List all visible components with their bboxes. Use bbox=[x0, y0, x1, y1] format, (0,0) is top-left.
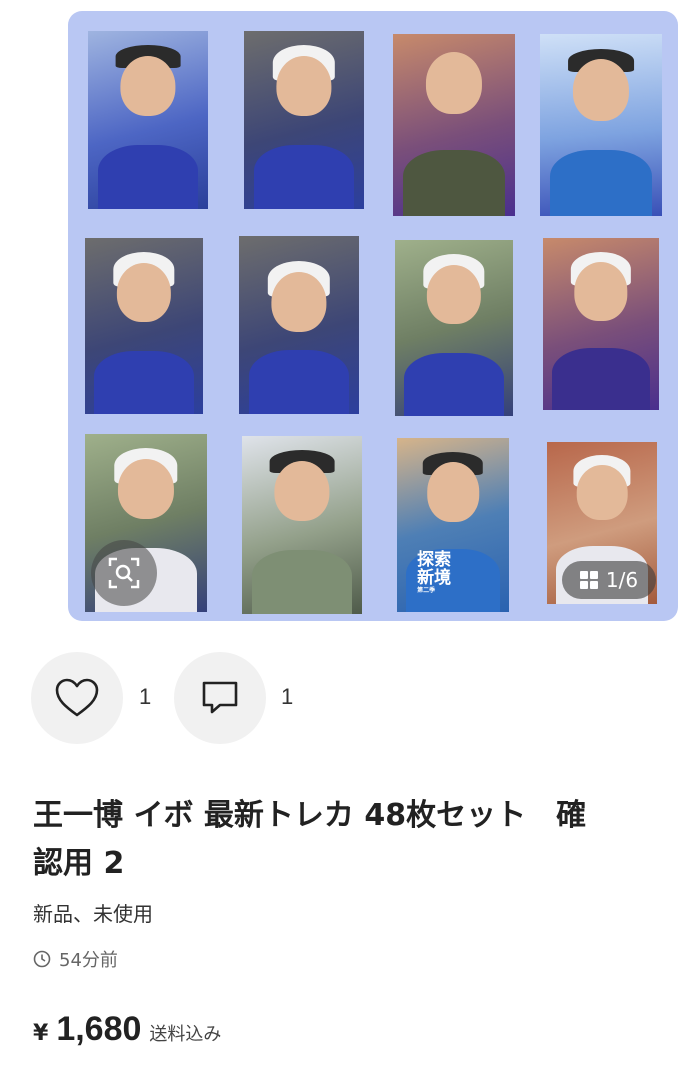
posted-time-text: 54分前 bbox=[59, 950, 118, 971]
photo-card: 探索 新境 第二季 bbox=[397, 438, 509, 612]
photo-card bbox=[540, 34, 662, 216]
listing-title-line-1: 王一博 イボ 最新トレカ 48枚セット 確 bbox=[33, 798, 587, 833]
grid-view-icon bbox=[579, 571, 598, 589]
price-amount: 1,680 bbox=[56, 1010, 142, 1048]
shirt-print-sub: 第二季 bbox=[417, 586, 436, 594]
shirt-print-text: 探索 新境 第二季 bbox=[417, 551, 451, 595]
shirt-print-main: 探索 新境 bbox=[417, 549, 452, 588]
photo-card bbox=[395, 240, 513, 416]
image-counter-text: 1/6 bbox=[605, 568, 639, 592]
heart-icon bbox=[55, 678, 99, 717]
image-search-button[interactable] bbox=[91, 540, 157, 606]
currency-symbol: ¥ bbox=[33, 1021, 49, 1046]
like-count: 1 bbox=[139, 684, 152, 709]
image-search-icon bbox=[108, 557, 140, 589]
comment-button[interactable] bbox=[174, 652, 266, 744]
photo-card bbox=[242, 436, 362, 614]
listing-title: 王一博 イボ 最新トレカ 48枚セット 確 認用 2 bbox=[33, 792, 689, 888]
like-button[interactable] bbox=[31, 652, 123, 744]
posted-time: 54分前 bbox=[33, 946, 118, 972]
listing-title-line-2: 認用 2 bbox=[33, 846, 125, 881]
clock-icon bbox=[33, 950, 51, 968]
photo-card bbox=[85, 238, 203, 414]
shipping-note: 送料込み bbox=[149, 1024, 222, 1045]
photo-card bbox=[88, 31, 208, 209]
price-block: ¥ 1,680 送料込み bbox=[33, 1010, 221, 1049]
item-condition: 新品、未使用 bbox=[33, 902, 153, 926]
photo-card bbox=[239, 236, 359, 414]
action-bar: 1 1 bbox=[31, 652, 431, 744]
photo-card bbox=[393, 34, 515, 216]
comment-icon bbox=[202, 681, 238, 714]
photo-card bbox=[543, 238, 659, 410]
image-counter-badge[interactable]: 1/6 bbox=[562, 561, 656, 599]
photo-card bbox=[244, 31, 364, 209]
comment-count: 1 bbox=[281, 684, 294, 709]
product-image-gallery[interactable]: 探索 新境 第二季 bbox=[68, 11, 678, 621]
